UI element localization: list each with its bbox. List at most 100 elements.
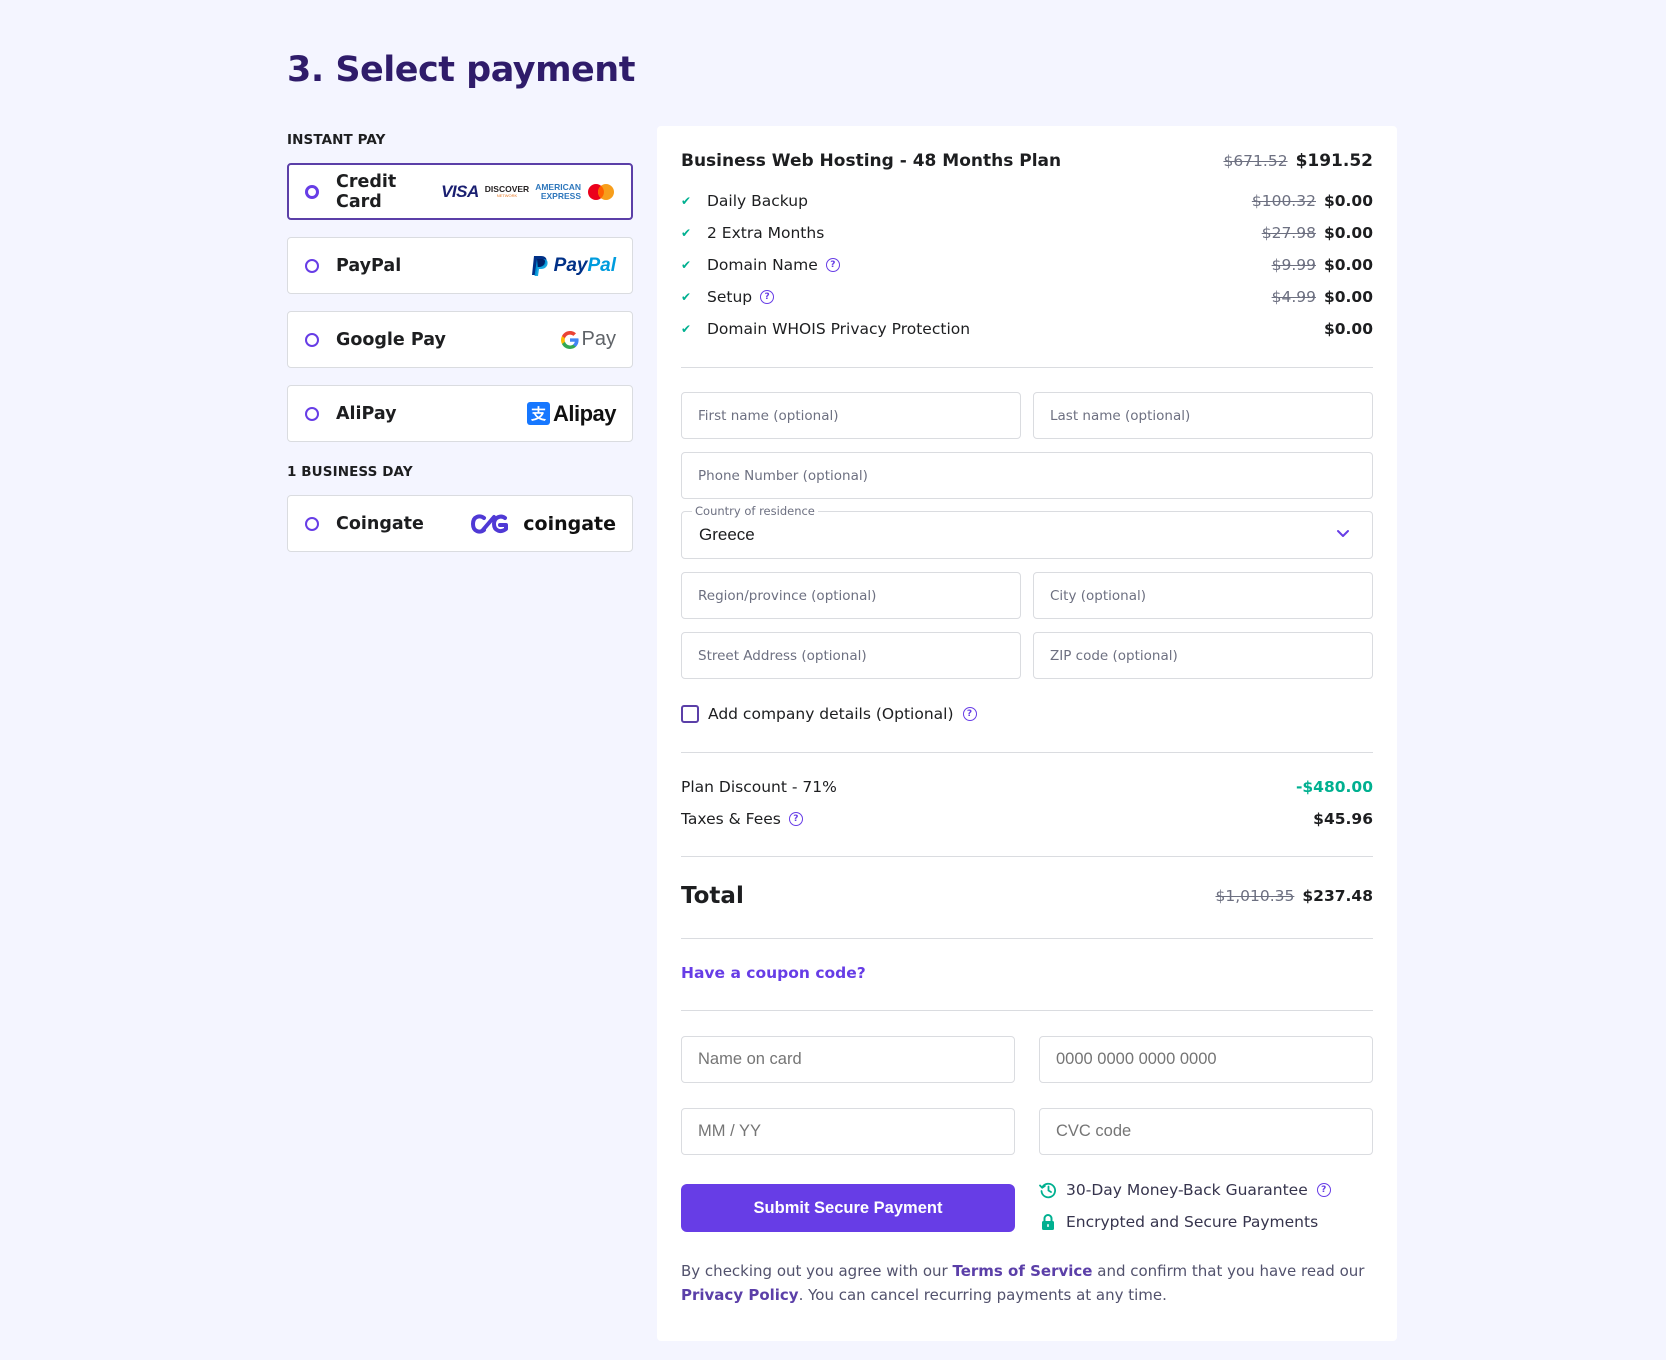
divider (681, 1010, 1373, 1011)
alipay-glyph-icon: 支 (526, 402, 550, 425)
alipay-logo: 支 Alipay (526, 401, 617, 427)
radio-unchecked-icon[interactable] (305, 406, 319, 421)
payment-option-credit-card[interactable]: Credit Card VISA DISCOVER NETWORK AMERIC… (287, 163, 633, 220)
payment-option-label: Credit Card (336, 171, 397, 212)
payment-option-google-pay[interactable]: Google Pay Pay (287, 311, 633, 368)
taxes-label: Taxes & Fees (681, 810, 781, 828)
line-item: ✔ 2 Extra Months $27.98 $0.00 (681, 224, 1373, 242)
street-address-input[interactable] (681, 632, 1021, 679)
google-pay-logo: Pay (560, 328, 616, 351)
country-value: Greece (699, 525, 755, 544)
line-item-label: Domain WHOIS Privacy Protection (707, 320, 971, 338)
check-icon: ✔ (681, 322, 692, 336)
phone-input[interactable] (681, 452, 1373, 499)
card-brand-logos: VISA DISCOVER NETWORK AMERICAN EXPRESS (441, 182, 615, 202)
discount-row: Plan Discount - 71% -$480.00 (681, 778, 1373, 796)
money-back-guarantee: 30-Day Money-Back Guarantee ? (1039, 1181, 1331, 1199)
total-old-price: $1,010.35 (1215, 887, 1295, 905)
expiry-date-input[interactable] (681, 1108, 1015, 1155)
company-details-row: Add company details (Optional) ? (681, 705, 977, 723)
submit-payment-button[interactable]: Submit Secure Payment (681, 1184, 1015, 1232)
help-icon[interactable]: ? (1316, 1183, 1331, 1197)
amex-logo: AMERICAN EXPRESS (535, 182, 581, 201)
city-input[interactable] (1033, 572, 1373, 619)
radio-unchecked-icon[interactable] (305, 332, 319, 347)
help-icon[interactable]: ? (962, 707, 977, 721)
payment-option-alipay[interactable]: AliPay 支 Alipay (287, 385, 633, 442)
taxes-row: Taxes & Fees? $45.96 (681, 810, 1373, 828)
zip-code-input[interactable] (1033, 632, 1373, 679)
line-item-label: Domain Name (707, 256, 818, 274)
last-name-input[interactable] (1033, 392, 1373, 439)
line-item-label: Setup (707, 288, 753, 306)
paypal-p-icon (531, 255, 548, 276)
total-label: Total (681, 883, 744, 909)
radio-unchecked-icon[interactable] (305, 258, 319, 273)
plan-row: Business Web Hosting - 48 Months Plan $6… (681, 151, 1373, 171)
divider (681, 938, 1373, 939)
discount-value: -$480.00 (1295, 778, 1373, 796)
discover-logo: DISCOVER NETWORK (484, 184, 530, 198)
company-details-checkbox[interactable] (681, 705, 699, 723)
coupon-code-link[interactable]: Have a coupon code? (681, 964, 866, 982)
radio-unchecked-icon[interactable] (305, 516, 319, 531)
check-icon: ✔ (681, 226, 692, 240)
line-item-label: Daily Backup (707, 192, 808, 210)
terms-of-service-link[interactable]: Terms of Service (952, 1262, 1092, 1280)
page-title: 3. Select payment (287, 50, 635, 90)
line-item-price: $0.00 (1323, 224, 1373, 242)
history-icon (1039, 1182, 1056, 1199)
help-icon[interactable]: ? (788, 812, 803, 826)
line-item-label: 2 Extra Months (707, 224, 825, 242)
order-summary-card (657, 126, 1397, 1341)
line-item: ✔ Domain Name? $9.99 $0.00 (681, 256, 1373, 274)
plan-price: $191.52 (1295, 151, 1373, 171)
secure-payments: Encrypted and Secure Payments (1039, 1213, 1318, 1231)
payment-option-label: AliPay (336, 403, 397, 424)
plan-name: Business Web Hosting - 48 Months Plan (681, 151, 1062, 171)
divider (681, 752, 1373, 753)
line-item-old-price: $4.99 (1271, 288, 1316, 306)
company-details-label[interactable]: Add company details (Optional) (708, 705, 954, 723)
line-item-old-price: $100.32 (1251, 192, 1316, 210)
total-row: Total $1,010.35 $237.48 (681, 883, 1373, 909)
country-label: Country of residence (692, 504, 818, 518)
one-business-day-label: 1 BUSINESS DAY (287, 464, 413, 480)
paypal-logo: PayPal (530, 255, 616, 277)
taxes-value: $45.96 (1313, 810, 1373, 828)
help-icon[interactable]: ? (760, 290, 775, 304)
name-on-card-input[interactable] (681, 1036, 1015, 1083)
line-item: ✔ Domain WHOIS Privacy Protection $0.00 (681, 320, 1373, 338)
discount-label: Plan Discount - 71% (681, 778, 837, 796)
lock-icon (1042, 1214, 1054, 1230)
visa-logo: VISA (441, 181, 479, 201)
region-input[interactable] (681, 572, 1021, 619)
help-icon[interactable]: ? (825, 258, 840, 272)
divider (681, 856, 1373, 857)
payment-option-paypal[interactable]: PayPal PayPal (287, 237, 633, 294)
line-item: ✔ Setup? $4.99 $0.00 (681, 288, 1373, 306)
line-item-price: $0.00 (1323, 320, 1373, 338)
coingate-mark-icon (471, 513, 509, 534)
check-icon: ✔ (681, 290, 692, 304)
google-g-icon (560, 330, 579, 349)
payment-option-label: Coingate (336, 513, 424, 534)
guarantee-label: 30-Day Money-Back Guarantee (1066, 1181, 1308, 1199)
line-item-old-price: $27.98 (1261, 224, 1316, 242)
first-name-input[interactable] (681, 392, 1021, 439)
line-item-price: $0.00 (1323, 288, 1373, 306)
line-item-price: $0.00 (1323, 256, 1373, 274)
card-number-input[interactable] (1039, 1036, 1373, 1083)
payment-option-label: Google Pay (336, 329, 446, 350)
legal-notice: By checking out you agree with our Terms… (681, 1262, 1365, 1304)
coingate-logo: coingate (469, 513, 616, 535)
privacy-policy-link[interactable]: Privacy Policy (681, 1286, 799, 1304)
line-item-price: $0.00 (1323, 192, 1373, 210)
payment-option-coingate[interactable]: Coingate coingate (287, 495, 633, 552)
radio-checked-icon[interactable] (305, 184, 319, 199)
mastercard-logo (588, 183, 614, 200)
country-select[interactable]: Country of residence Greece (681, 504, 1373, 559)
cvc-input[interactable] (1039, 1108, 1373, 1155)
divider (681, 367, 1373, 368)
line-item-old-price: $9.99 (1271, 256, 1316, 274)
